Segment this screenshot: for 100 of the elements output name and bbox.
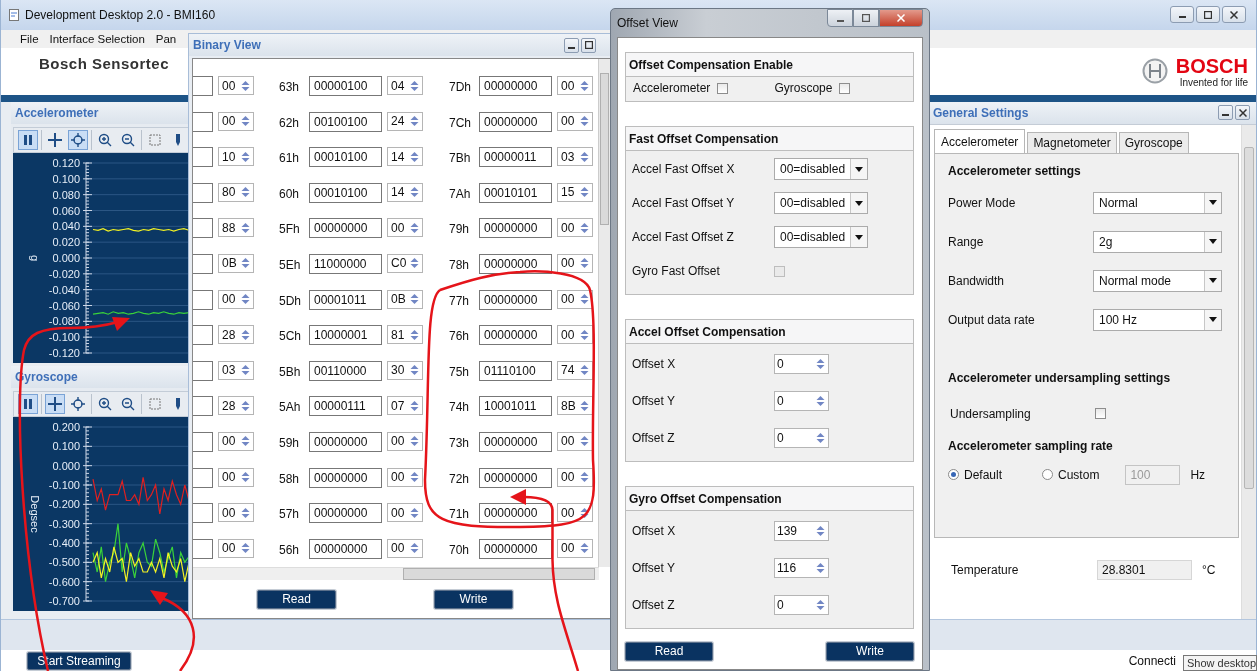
spin-field[interactable]: 00 (557, 76, 593, 95)
text-field[interactable] (193, 218, 213, 239)
dropdown[interactable]: Normal (1093, 191, 1222, 214)
dropdown[interactable]: 2g (1093, 230, 1222, 253)
spin-field[interactable]: 0B (387, 289, 423, 309)
spin-field[interactable]: 00 (557, 253, 593, 273)
crosshair-button[interactable] (68, 129, 88, 150)
dropdown[interactable]: 100 Hz (1093, 308, 1222, 331)
spin-field[interactable]: 00 (218, 431, 254, 451)
maximize-button[interactable] (853, 9, 879, 27)
binary-field[interactable]: 00000000 (479, 76, 552, 96)
binary-field[interactable]: 10001011 (479, 396, 552, 417)
minimize-button[interactable] (1218, 105, 1233, 121)
scrollbar[interactable] (598, 59, 610, 567)
spin-field[interactable]: 00 (557, 431, 593, 451)
binary-field[interactable]: 00000011 (479, 147, 552, 168)
binary-field[interactable]: 00000000 (309, 431, 382, 452)
binary-field[interactable]: 00000000 (479, 325, 552, 346)
binary-field[interactable]: 10000001 (309, 325, 382, 346)
dropdown[interactable]: 00=disabled (774, 158, 868, 180)
checkbox[interactable] (1095, 408, 1106, 420)
menu-item[interactable]: File (20, 32, 39, 45)
spin-field[interactable]: 00 (218, 538, 254, 558)
binary-field[interactable]: 00000000 (479, 253, 552, 274)
checkbox[interactable] (839, 82, 851, 94)
spin-field[interactable]: 28 (218, 325, 254, 345)
scrollbar[interactable] (193, 567, 599, 580)
spin-field[interactable]: 81 (387, 325, 423, 345)
binary-field[interactable]: 00110000 (309, 360, 382, 381)
spin-field[interactable]: 15 (557, 182, 593, 202)
spin-field[interactable]: 00 (387, 503, 423, 523)
binary-field[interactable]: 00000000 (479, 218, 552, 239)
checkbox[interactable] (717, 82, 729, 94)
binary-field[interactable]: 00010100 (309, 182, 382, 203)
spin-field[interactable]: 00 (557, 289, 593, 309)
text-field[interactable] (193, 111, 213, 132)
binary-field[interactable]: 00000000 (309, 538, 382, 559)
minimize-button[interactable] (1170, 6, 1194, 23)
spin-field[interactable]: 0 (774, 595, 829, 615)
pause-button[interactable] (18, 393, 38, 414)
pause-button[interactable] (18, 129, 38, 150)
spin-field[interactable]: 8B (557, 396, 593, 416)
spin-field[interactable]: 00 (218, 467, 254, 487)
radio-button[interactable] (948, 469, 959, 481)
text-field[interactable] (193, 147, 213, 168)
spin-field[interactable]: 0 (774, 391, 829, 411)
spin-field[interactable]: 30 (387, 360, 423, 380)
spin-field[interactable]: 00 (387, 431, 423, 451)
spin-field[interactable]: 24 (387, 111, 423, 131)
text-field[interactable] (193, 396, 213, 417)
spin-field[interactable]: 88 (218, 218, 254, 238)
binary-field[interactable]: 00000000 (479, 538, 552, 559)
text-field[interactable] (193, 538, 213, 559)
spin-field[interactable]: 00 (557, 325, 593, 345)
spin-field[interactable]: C0 (387, 253, 423, 273)
menu-item[interactable]: Interface Selection (49, 32, 145, 45)
menu-item[interactable]: Pan (155, 32, 177, 45)
binary-field[interactable]: 01110100 (479, 360, 552, 381)
spin-field[interactable]: 03 (557, 147, 593, 167)
tab[interactable]: Magnetometer (1027, 131, 1117, 153)
spin-field[interactable]: 00 (557, 467, 593, 487)
spin-field[interactable]: 07 (387, 396, 423, 416)
tab[interactable]: Accelerometer (934, 128, 1026, 153)
dropdown[interactable]: Normal mode (1093, 269, 1222, 292)
binary-field[interactable]: 00010101 (479, 182, 552, 203)
binary-field[interactable]: 00000100 (309, 76, 382, 96)
spin-field[interactable]: 00 (218, 289, 254, 309)
spin-field[interactable]: 00 (557, 218, 593, 238)
spin-field[interactable]: 00 (557, 111, 593, 131)
maximize-button[interactable] (581, 37, 596, 53)
spin-field[interactable]: 00 (557, 538, 593, 558)
text-field[interactable] (193, 182, 213, 203)
spin-field[interactable]: 80 (218, 182, 254, 202)
text-field[interactable] (193, 289, 213, 310)
spin-field[interactable]: 00 (218, 111, 254, 131)
binary-field[interactable]: 00010100 (309, 147, 382, 168)
binary-field[interactable]: 00100100 (309, 111, 382, 132)
spin-field[interactable]: 10 (218, 147, 254, 167)
text-field[interactable] (193, 503, 213, 524)
move-button[interactable] (45, 393, 65, 414)
binary-field[interactable]: 00000000 (309, 503, 382, 524)
tab[interactable]: Gyroscope (1118, 131, 1189, 153)
spin-field[interactable]: 0 (774, 428, 829, 448)
binary-field[interactable]: 00000111 (309, 396, 382, 417)
minimize-button[interactable] (827, 9, 853, 27)
spin-field[interactable]: 14 (387, 182, 423, 202)
binary-field[interactable]: 00001011 (309, 289, 382, 310)
close-button[interactable] (1222, 6, 1246, 23)
action-button[interactable]: Write (434, 589, 513, 609)
action-button[interactable]: Read (625, 641, 713, 661)
spin-field[interactable]: 00 (218, 503, 254, 523)
spin-field[interactable]: 74 (557, 360, 593, 380)
text-field[interactable] (193, 467, 213, 488)
spin-field[interactable]: 0B (218, 253, 254, 273)
text-field[interactable] (193, 431, 213, 452)
close-button[interactable] (1235, 105, 1250, 121)
action-button[interactable]: Write (826, 641, 914, 661)
dropdown[interactable]: 00=disabled (774, 192, 868, 214)
text-field[interactable] (193, 253, 213, 274)
text-field[interactable] (193, 325, 213, 346)
